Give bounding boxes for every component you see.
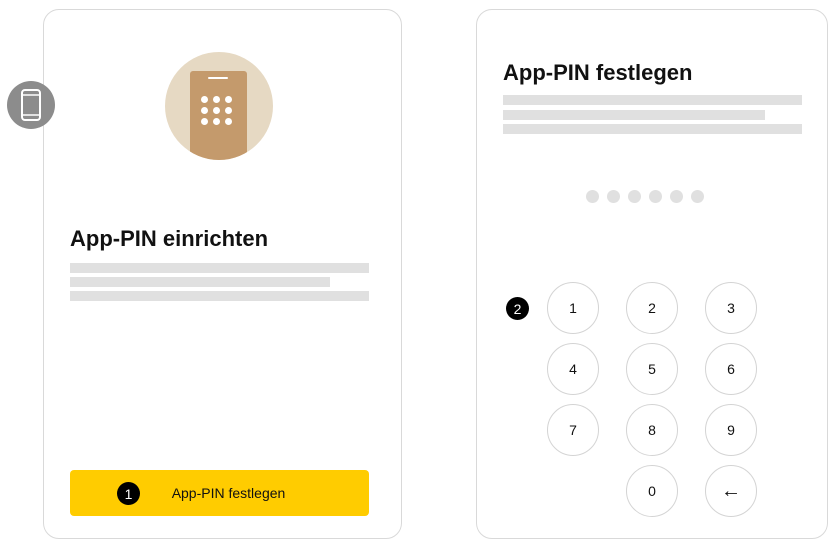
keypad-key-8[interactable]: 8 — [626, 404, 678, 456]
step-marker-2: 2 — [506, 297, 529, 320]
description-line — [503, 124, 802, 134]
description-line — [70, 291, 369, 301]
backspace-key[interactable]: ← — [705, 465, 757, 517]
keypad-key-6[interactable]: 6 — [705, 343, 757, 395]
setup-title: App-PIN einrichten — [70, 226, 269, 251]
description-line — [503, 95, 802, 105]
smartphone-icon — [7, 81, 55, 129]
pin-dot — [670, 190, 683, 203]
backspace-arrow-icon: ← — [721, 479, 741, 502]
keypad-key-4[interactable]: 4 — [547, 343, 599, 395]
pin-dot — [628, 190, 641, 203]
keypad-key-0[interactable]: 0 — [626, 465, 678, 517]
phone-keypad-illustration — [165, 52, 273, 160]
keypad-key-9[interactable]: 9 — [705, 404, 757, 456]
set-app-pin-label: App-PIN festlegen — [171, 485, 286, 501]
pin-entry-card — [476, 9, 828, 539]
keypad-key-5[interactable]: 5 — [626, 343, 678, 395]
pin-dot — [586, 190, 599, 203]
keypad-key-7[interactable]: 7 — [547, 404, 599, 456]
keypad-key-1[interactable]: 1 — [547, 282, 599, 334]
description-line — [503, 110, 765, 120]
set-app-pin-button[interactable]: App-PIN festlegen — [70, 470, 369, 516]
keypad-key-3[interactable]: 3 — [705, 282, 757, 334]
pin-dot — [607, 190, 620, 203]
description-line — [70, 263, 369, 273]
pin-indicator — [586, 190, 704, 203]
pin-dot — [649, 190, 662, 203]
pin-entry-title: App-PIN festlegen — [503, 60, 693, 85]
phone-icon — [190, 71, 247, 160]
keypad-key-2[interactable]: 2 — [626, 282, 678, 334]
pin-dot — [691, 190, 704, 203]
description-line — [70, 277, 330, 287]
step-marker-1: 1 — [117, 482, 140, 505]
